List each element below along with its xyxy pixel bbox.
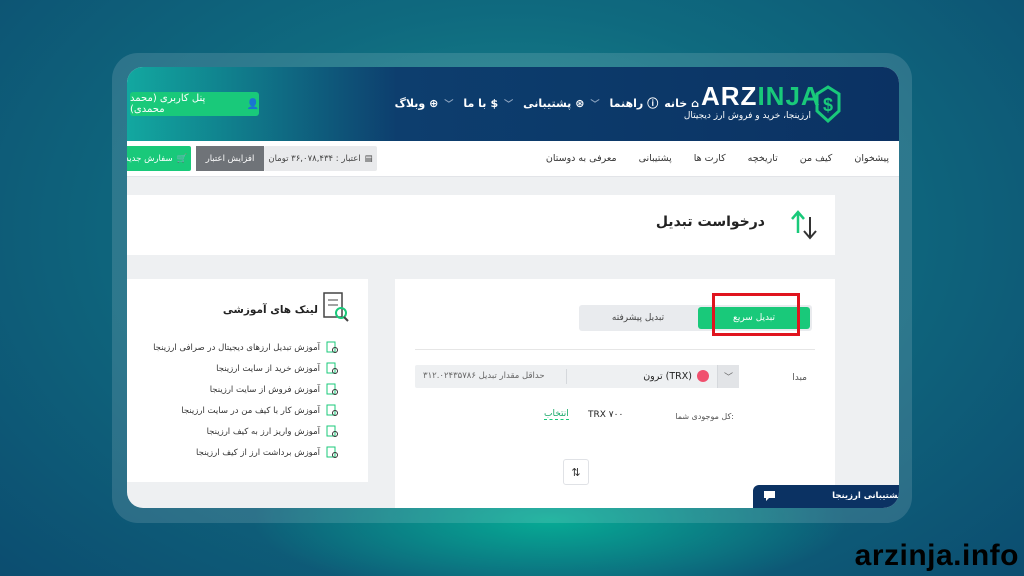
divider: [566, 369, 567, 384]
learning-link[interactable]: آموزش خرید از سایت ارزینجا: [153, 362, 338, 375]
browser-screen: $ ARZINJA ارزینجا، خرید و فروش ارز دیجیت…: [127, 67, 899, 508]
learning-links-list: آموزش تبدیل ارزهای دیجیتال در صرافی ارزی…: [153, 341, 338, 459]
divider: [415, 349, 815, 350]
nav-guide[interactable]: ⓘ راهنما ﹀: [591, 95, 659, 111]
chevron-down-icon[interactable]: ﹀: [717, 365, 739, 388]
site-header: $ ARZINJA ارزینجا، خرید و فروش ارز دیجیت…: [127, 67, 899, 141]
learning-docs-icon: [323, 292, 349, 322]
swap-button[interactable]: ⇅: [563, 459, 589, 485]
learning-link[interactable]: آموزش برداشت ارز از کیف ارزینجا: [153, 446, 338, 459]
user-panel-button[interactable]: پنل کاربری (محمد محمدی) 👤: [130, 92, 259, 116]
document-icon: [326, 446, 338, 458]
learning-links-card: لینک های آموزشی آموزش تبدیل ارزهای دیجیت…: [127, 279, 368, 482]
document-icon: [326, 362, 338, 374]
globe-icon: ⊕: [429, 96, 439, 110]
tron-icon: [697, 370, 709, 382]
new-order-button[interactable]: سفارش جدید 🛒: [127, 146, 191, 171]
subnav-cards[interactable]: کارت ها: [694, 153, 726, 164]
highlight-box: [712, 293, 800, 336]
balance-value: TRX ۷۰۰: [588, 410, 624, 420]
main-nav: ⌂ خانه ⓘ راهنما ﹀ ⊛ پشتیبانی ﹀ $ با ما ﹀…: [395, 95, 699, 111]
cart-icon: 🛒: [176, 153, 188, 164]
chevron-down-icon: ﹀: [590, 99, 600, 110]
wallet-icon: ▤: [364, 153, 373, 164]
learning-link[interactable]: آموزش فروش از سایت ارزینجا: [153, 383, 338, 396]
title-card: درخواست تبدیل: [127, 195, 835, 255]
swap-icon: ⇅: [571, 465, 581, 479]
increase-credit-button[interactable]: افزایش اعتبار: [196, 146, 264, 171]
chevron-down-icon: ﹀: [444, 99, 454, 110]
sub-nav: پیشخوان کیف من تاریخچه کارت ها پشتیبانی …: [127, 141, 899, 177]
learning-links-title: لینک های آموزشی: [222, 304, 318, 316]
support-chat-widget[interactable]: پشتیبانی ارزینجا: [753, 485, 899, 508]
conversion-card: تبدیل سریع تبدیل پیشرفته مبدا ﹀ ترون (TR…: [395, 279, 835, 508]
document-icon: [326, 341, 338, 353]
page-title: درخواست تبدیل: [655, 214, 765, 230]
learning-link[interactable]: آموزش کار با کیف من در سایت ارزینجا: [153, 404, 338, 417]
home-icon: ⌂: [691, 96, 699, 110]
source-select[interactable]: ﹀ ترون (TRX) حداقل مقدار تبدیل ۳۱۲.۰۲۴۳۵…: [415, 365, 739, 388]
sub-nav-items: پیشخوان کیف من تاریخچه کارت ها پشتیبانی …: [546, 153, 889, 164]
minimum-amount: حداقل مقدار تبدیل ۳۱۲.۰۲۴۳۵۷۸۶: [423, 371, 545, 381]
logo-subtitle: ارزینجا، خرید و فروش ارز دیجیتال: [683, 111, 811, 121]
user-icon: 👤: [246, 98, 259, 110]
chevron-down-icon: ﹀: [504, 99, 514, 110]
nav-home[interactable]: ⌂ خانه: [664, 97, 699, 110]
document-icon: [326, 383, 338, 395]
source-coin: ترون (TRX): [643, 370, 709, 382]
credit-display: اعتبار : ۳۶,۰۷۸,۴۳۴ تومان ▤: [264, 146, 377, 171]
logo-text[interactable]: ARZINJA: [701, 81, 820, 112]
chat-icon: [764, 491, 775, 501]
document-icon: [326, 425, 338, 437]
watermark: arzinja.info: [854, 539, 1019, 572]
source-label: مبدا: [792, 373, 807, 383]
subnav-support[interactable]: پشتیبانی: [639, 153, 672, 164]
subnav-dashboard[interactable]: پیشخوان: [854, 153, 889, 164]
convert-arrows-icon: [791, 210, 817, 240]
svg-text:$: $: [823, 95, 833, 115]
nav-support[interactable]: ⊛ پشتیبانی ﹀: [504, 97, 584, 110]
select-balance-link[interactable]: انتخاب: [544, 409, 569, 420]
support-icon: ⊛: [575, 96, 585, 110]
subnav-history[interactable]: تاریخچه: [748, 153, 778, 164]
nav-about[interactable]: $ با ما ﹀: [444, 97, 498, 110]
learning-link[interactable]: آموزش واریز ارز به کیف ارزینجا: [153, 425, 338, 438]
document-icon: [326, 404, 338, 416]
tab-advanced-convert[interactable]: تبدیل پیشرفته: [581, 307, 695, 329]
learning-link[interactable]: آموزش تبدیل ارزهای دیجیتال در صرافی ارزی…: [153, 341, 338, 354]
nav-blog[interactable]: ⊕ وبلاگ: [395, 97, 439, 110]
subnav-referral[interactable]: معرفی به دوستان: [546, 153, 617, 164]
help-icon: ⓘ: [647, 97, 659, 110]
money-icon: $: [490, 96, 499, 110]
balance-label: کل موجودی شما:: [675, 412, 734, 421]
subnav-wallet[interactable]: کیف من: [800, 153, 833, 164]
